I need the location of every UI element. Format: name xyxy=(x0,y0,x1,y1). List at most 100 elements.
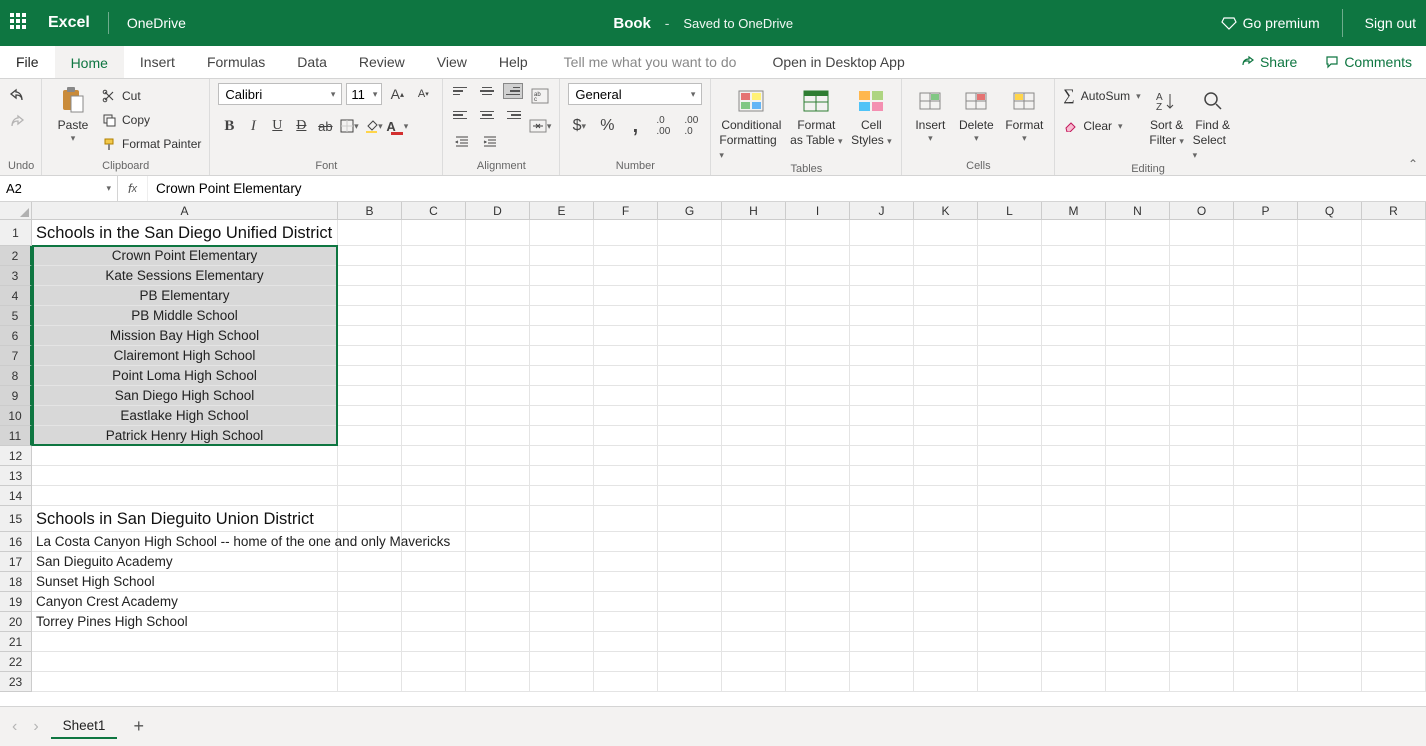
align-bottom-button[interactable] xyxy=(503,83,523,99)
increase-decimal-button[interactable]: .0.00 xyxy=(652,115,674,137)
cell-R1[interactable] xyxy=(1362,220,1426,246)
format-cells-button[interactable]: Format▾ xyxy=(1002,83,1046,144)
cell-G9[interactable] xyxy=(658,386,722,406)
paste-button[interactable]: Paste▾ xyxy=(50,83,96,144)
cell-D14[interactable] xyxy=(466,486,530,506)
find-select-button[interactable]: Find &Select ▾ xyxy=(1193,83,1233,161)
cell-Q3[interactable] xyxy=(1298,266,1362,286)
cell-K5[interactable] xyxy=(914,306,978,326)
cell-P2[interactable] xyxy=(1234,246,1298,266)
cell-L6[interactable] xyxy=(978,326,1042,346)
column-header-P[interactable]: P xyxy=(1234,202,1298,219)
cell-D16[interactable] xyxy=(466,532,530,552)
row-header-17[interactable]: 17 xyxy=(0,552,32,572)
column-header-K[interactable]: K xyxy=(914,202,978,219)
cell-O12[interactable] xyxy=(1170,446,1234,466)
cell-P9[interactable] xyxy=(1234,386,1298,406)
autosum-button[interactable]: ∑AutoSum▾ xyxy=(1063,85,1140,107)
cell-L14[interactable] xyxy=(978,486,1042,506)
cell-L5[interactable] xyxy=(978,306,1042,326)
cell-I6[interactable] xyxy=(786,326,850,346)
cell-I1[interactable] xyxy=(786,220,850,246)
cell-M8[interactable] xyxy=(1042,366,1106,386)
cell-E1[interactable] xyxy=(530,220,594,246)
cell-H14[interactable] xyxy=(722,486,786,506)
cell-F14[interactable] xyxy=(594,486,658,506)
cell-B9[interactable] xyxy=(338,386,402,406)
cell-H11[interactable] xyxy=(722,426,786,446)
cell-I13[interactable] xyxy=(786,466,850,486)
cell-F7[interactable] xyxy=(594,346,658,366)
format-as-table-button[interactable]: Formatas Table ▾ xyxy=(789,83,843,147)
cell-H4[interactable] xyxy=(722,286,786,306)
cell-F8[interactable] xyxy=(594,366,658,386)
cell-H8[interactable] xyxy=(722,366,786,386)
cell-Q4[interactable] xyxy=(1298,286,1362,306)
cell-L8[interactable] xyxy=(978,366,1042,386)
cell-L13[interactable] xyxy=(978,466,1042,486)
cell-C2[interactable] xyxy=(402,246,466,266)
align-left-button[interactable] xyxy=(451,107,471,123)
cell-K8[interactable] xyxy=(914,366,978,386)
cell-P11[interactable] xyxy=(1234,426,1298,446)
cut-button[interactable]: Cut xyxy=(102,85,201,107)
cell-G2[interactable] xyxy=(658,246,722,266)
cell-O13[interactable] xyxy=(1170,466,1234,486)
cell-L18[interactable] xyxy=(978,572,1042,592)
cell-K11[interactable] xyxy=(914,426,978,446)
name-box[interactable]: A2▾ xyxy=(0,176,118,201)
cell-H9[interactable] xyxy=(722,386,786,406)
cell-P3[interactable] xyxy=(1234,266,1298,286)
row-header-7[interactable]: 7 xyxy=(0,346,32,366)
cell-L22[interactable] xyxy=(978,652,1042,672)
cell-F9[interactable] xyxy=(594,386,658,406)
cell-A15[interactable]: Schools in San Dieguito Union District xyxy=(32,506,338,532)
cell-P21[interactable] xyxy=(1234,632,1298,652)
cell-H7[interactable] xyxy=(722,346,786,366)
cell-F18[interactable] xyxy=(594,572,658,592)
cell-Q20[interactable] xyxy=(1298,612,1362,632)
undo-icon[interactable] xyxy=(8,87,26,103)
cell-E2[interactable] xyxy=(530,246,594,266)
column-header-N[interactable]: N xyxy=(1106,202,1170,219)
cell-K19[interactable] xyxy=(914,592,978,612)
cell-J13[interactable] xyxy=(850,466,914,486)
cell-C13[interactable] xyxy=(402,466,466,486)
cell-D11[interactable] xyxy=(466,426,530,446)
align-top-button[interactable] xyxy=(451,83,471,99)
cell-Q2[interactable] xyxy=(1298,246,1362,266)
cell-H19[interactable] xyxy=(722,592,786,612)
cell-C18[interactable] xyxy=(402,572,466,592)
cell-N7[interactable] xyxy=(1106,346,1170,366)
cell-D4[interactable] xyxy=(466,286,530,306)
cell-R18[interactable] xyxy=(1362,572,1426,592)
cell-R17[interactable] xyxy=(1362,552,1426,572)
cell-O3[interactable] xyxy=(1170,266,1234,286)
cell-L12[interactable] xyxy=(978,446,1042,466)
tab-home[interactable]: Home xyxy=(55,46,124,78)
insert-cells-button[interactable]: Insert▾ xyxy=(910,83,950,144)
cell-L20[interactable] xyxy=(978,612,1042,632)
cell-F12[interactable] xyxy=(594,446,658,466)
row-header-2[interactable]: 2 xyxy=(0,246,32,266)
cell-I4[interactable] xyxy=(786,286,850,306)
cell-C9[interactable] xyxy=(402,386,466,406)
cell-B18[interactable] xyxy=(338,572,402,592)
cell-H21[interactable] xyxy=(722,632,786,652)
cell-A23[interactable] xyxy=(32,672,338,692)
sheet-nav-prev[interactable]: ‹ xyxy=(8,718,21,736)
cell-D17[interactable] xyxy=(466,552,530,572)
cell-D7[interactable] xyxy=(466,346,530,366)
cell-D12[interactable] xyxy=(466,446,530,466)
cell-D1[interactable] xyxy=(466,220,530,246)
row-header-4[interactable]: 4 xyxy=(0,286,32,306)
column-header-R[interactable]: R xyxy=(1362,202,1426,219)
align-right-button[interactable] xyxy=(503,107,523,123)
cell-E21[interactable] xyxy=(530,632,594,652)
cell-R21[interactable] xyxy=(1362,632,1426,652)
cell-O6[interactable] xyxy=(1170,326,1234,346)
cell-M5[interactable] xyxy=(1042,306,1106,326)
cell-C23[interactable] xyxy=(402,672,466,692)
cell-C12[interactable] xyxy=(402,446,466,466)
cell-P4[interactable] xyxy=(1234,286,1298,306)
